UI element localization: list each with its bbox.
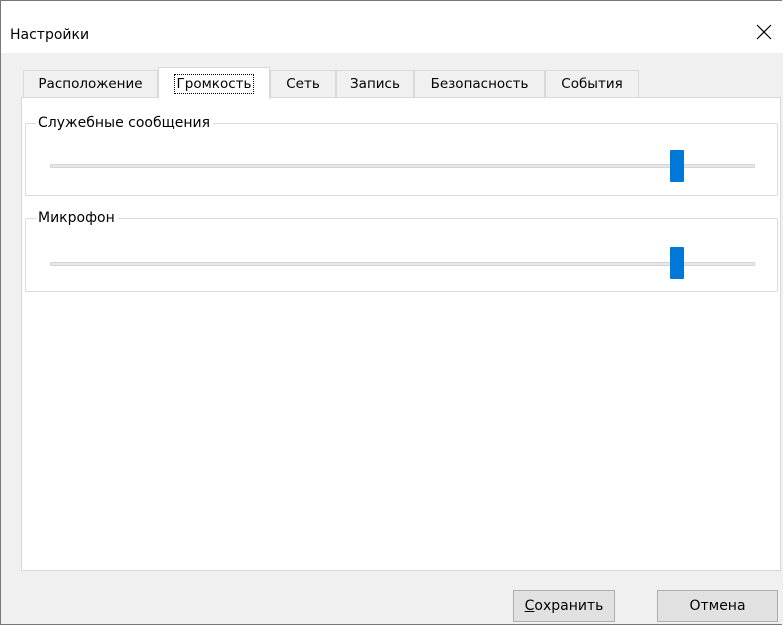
microphone-caption: Микрофон [36,209,118,227]
tab-label: События [561,76,623,92]
service-messages-slider-track[interactable] [50,164,755,168]
tab-events[interactable]: События [545,70,639,97]
volume-tab-page: Служебные сообщения Микрофон [21,97,781,571]
microphone-group: Микрофон [25,209,778,292]
service-messages-group: Служебные сообщения [25,114,778,196]
title-bar: Настройки [1,1,782,53]
cancel-button-label: Отмена [689,598,746,614]
tab-label: Расположение [38,76,143,92]
tab-label: Громкость [173,73,255,94]
service-messages-caption: Служебные сообщения [36,114,214,132]
tab-location[interactable]: Расположение [23,70,158,97]
save-button[interactable]: Сохранить [513,590,615,622]
cancel-button[interactable]: Отмена [657,590,778,622]
tab-network[interactable]: Сеть [270,70,336,97]
microphone-slider-track[interactable] [50,262,755,266]
service-messages-slider-thumb[interactable] [670,150,685,182]
tab-label: Безопасность [430,76,529,92]
save-button-label: охранить [534,598,604,614]
tab-label: Сеть [286,76,320,92]
tab-volume[interactable]: Громкость [158,67,270,99]
tab-security[interactable]: Безопасность [414,70,545,97]
tab-recording[interactable]: Запись [336,70,414,97]
window-title: Настройки [10,27,90,43]
close-icon [756,24,772,40]
save-button-mnemonic: С [524,598,535,614]
settings-dialog: Настройки Расположение Громкость Сеть За… [0,0,783,625]
microphone-slider-thumb[interactable] [670,247,685,279]
close-button[interactable] [749,17,779,47]
tab-label: Запись [350,76,400,92]
